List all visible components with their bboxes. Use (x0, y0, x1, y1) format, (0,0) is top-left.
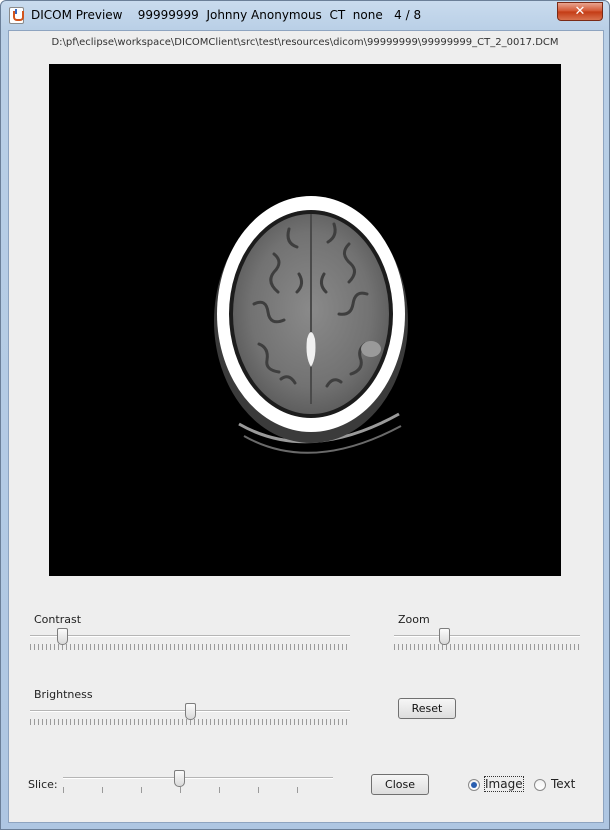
java-cup-icon (9, 7, 24, 24)
slice-label: Slice: (28, 778, 58, 791)
zoom-slider-track (394, 635, 580, 637)
contrast-slider-ticks (30, 644, 350, 650)
ct-scan-image (214, 196, 408, 454)
image-radio-button[interactable] (468, 779, 480, 791)
brightness-slider-thumb[interactable] (185, 703, 196, 720)
slice-slider[interactable] (63, 770, 333, 796)
slice-slider-ticks (63, 787, 333, 793)
text-radio-label[interactable]: Text (551, 777, 575, 791)
file-path: D:\pf\eclipse\workspace\DICOMClient\src\… (51, 37, 559, 48)
dicom-image-viewer[interactable] (49, 64, 561, 576)
contrast-slider-thumb[interactable] (57, 628, 68, 645)
zoom-label: Zoom (398, 613, 430, 626)
close-button[interactable]: Close (371, 774, 429, 795)
contrast-slider[interactable] (30, 628, 350, 654)
title-bar[interactable]: DICOM Preview 99999999 Johnny Anonymous … (1, 1, 609, 30)
slice-slider-track (63, 777, 333, 779)
contrast-slider-track (30, 635, 350, 637)
image-radio-label[interactable]: Image (484, 776, 524, 792)
window-title: DICOM Preview 99999999 Johnny Anonymous … (31, 8, 422, 22)
contrast-label: Contrast (34, 613, 82, 626)
zoom-slider-thumb[interactable] (439, 628, 451, 645)
zoom-slider-ticks (394, 644, 580, 650)
close-icon[interactable]: ✕ (557, 2, 603, 21)
slice-slider-thumb[interactable] (174, 770, 186, 787)
reset-button[interactable]: Reset (398, 698, 456, 719)
brightness-label: Brightness (34, 688, 93, 701)
text-radio-button[interactable] (534, 779, 546, 791)
zoom-slider[interactable] (394, 628, 580, 654)
brightness-slider[interactable] (30, 703, 350, 729)
